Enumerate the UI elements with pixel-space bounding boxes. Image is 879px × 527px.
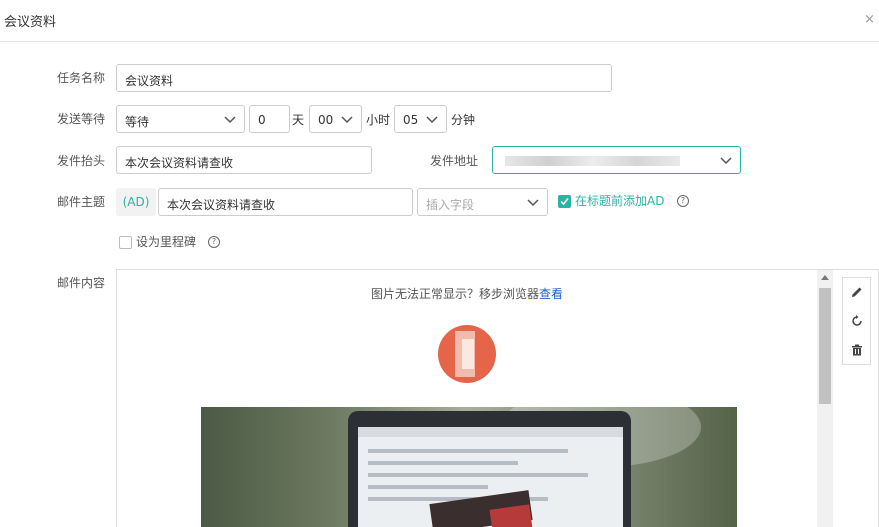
chevron-down-icon [527, 199, 539, 207]
hours-value: 00 [318, 113, 334, 127]
dialog-header: 会议资料 × [0, 0, 879, 42]
send-wait-label: 发送等待 [57, 112, 106, 126]
minutes-value: 05 [403, 113, 419, 127]
editor-scrollbar[interactable] [817, 270, 833, 527]
days-unit: 天 [292, 113, 305, 127]
image-notice: 图片无法正常显示？移步浏览器查看 [117, 285, 817, 302]
help-icon[interactable]: ? [677, 195, 689, 207]
milestone-label[interactable]: 设为里程碑 [136, 235, 196, 249]
subject-label: 邮件主题 [57, 195, 106, 209]
ad-tag: (AD) [116, 188, 156, 216]
laptop-photo [201, 407, 737, 527]
add-ad-checkbox[interactable] [558, 195, 571, 208]
chevron-down-icon [426, 116, 438, 124]
chevron-down-icon [341, 116, 353, 124]
scroll-up-arrow[interactable] [821, 275, 829, 280]
send-wait-mode-select[interactable]: 等待 [116, 105, 245, 133]
add-ad-label[interactable]: 在标题前添加AD [575, 194, 664, 208]
help-icon[interactable]: ? [208, 236, 220, 248]
address-label: 发件地址 [430, 154, 479, 168]
subject-value: 本次会议资料请查收 [167, 198, 276, 212]
image-notice-text: 图片无法正常显示？移步浏览器 [370, 287, 539, 301]
address-select[interactable] [492, 146, 741, 174]
edit-icon[interactable] [843, 278, 870, 306]
header-input[interactable]: 本次会议资料请查收 [116, 146, 372, 174]
task-name-input[interactable]: 会议资料 [116, 64, 612, 92]
chevron-down-icon [720, 157, 732, 165]
refresh-icon[interactable] [843, 307, 870, 335]
insert-field-select[interactable]: 插入字段 [417, 188, 548, 216]
view-in-browser-link[interactable]: 查看 [539, 287, 563, 301]
trash-icon[interactable] [843, 336, 870, 364]
dialog-title: 会议资料 [4, 15, 57, 30]
editor-toolbar [842, 277, 871, 365]
days-input[interactable]: 0 [249, 105, 290, 133]
header-value: 本次会议资料请查收 [125, 156, 234, 170]
hours-select[interactable]: 00 [309, 105, 362, 133]
scroll-thumb[interactable] [819, 288, 831, 404]
days-value: 0 [258, 113, 266, 127]
close-icon[interactable]: × [864, 13, 875, 26]
header-label: 发件抬头 [57, 154, 106, 168]
milestone-checkbox[interactable] [119, 236, 132, 249]
subject-input[interactable]: 本次会议资料请查收 [158, 188, 413, 216]
task-name-value: 会议资料 [125, 74, 174, 88]
insert-field-placeholder: 插入字段 [426, 198, 475, 212]
content-label: 邮件内容 [57, 276, 106, 290]
chevron-down-icon [224, 116, 236, 124]
minutes-select[interactable]: 05 [394, 105, 447, 133]
address-value-redacted [505, 156, 680, 166]
send-wait-mode-value: 等待 [125, 115, 150, 129]
minutes-unit: 分钟 [451, 113, 476, 127]
check-icon [560, 197, 569, 206]
task-name-label: 任务名称 [57, 71, 106, 85]
hours-unit: 小时 [366, 113, 391, 127]
avatar [438, 325, 496, 383]
